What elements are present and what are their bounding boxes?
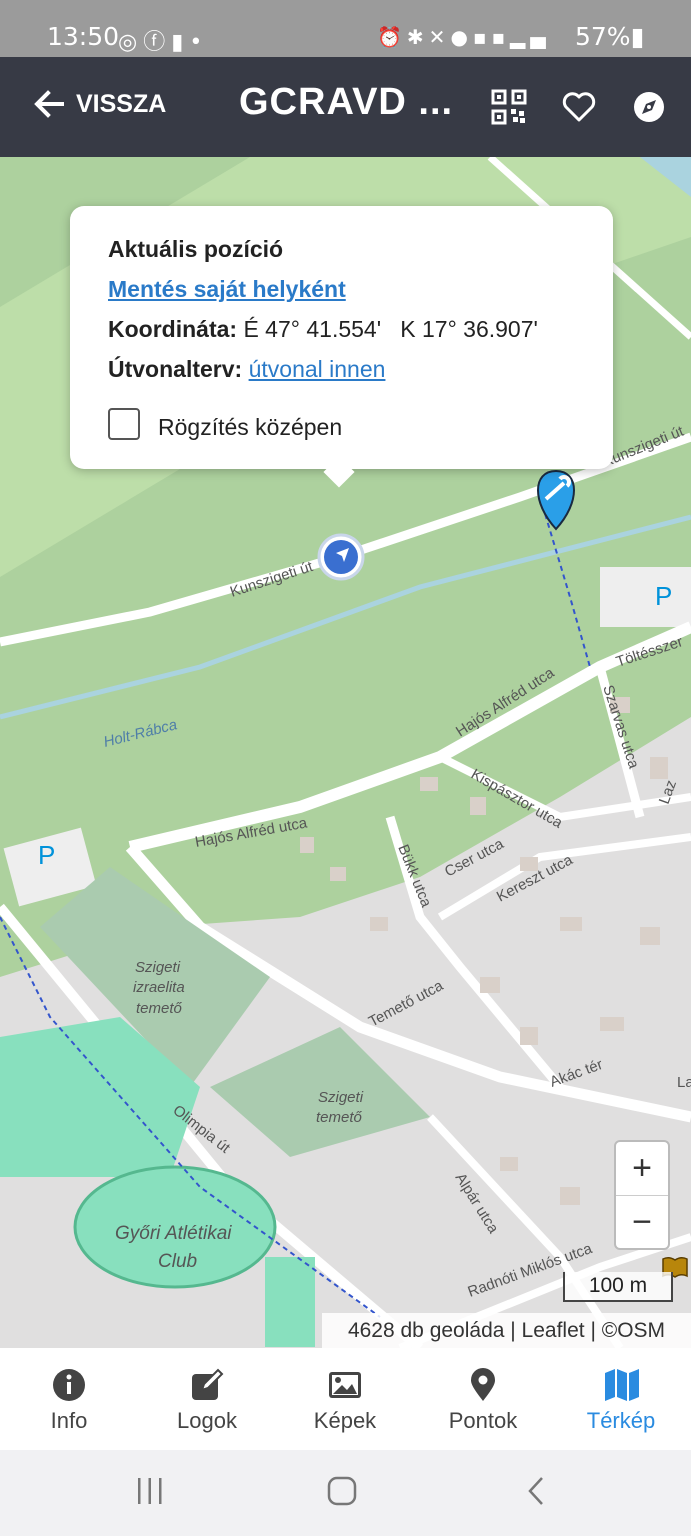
alarm-icon: ⏰: [377, 25, 407, 49]
map-attribution[interactable]: 4628 db geoláda | Leaflet | ©OSM: [322, 1313, 691, 1348]
qr-code-icon[interactable]: [491, 89, 527, 125]
fix-center-checkbox[interactable]: [108, 408, 140, 440]
mute-icon: ✕: [428, 25, 451, 49]
arrow-left-icon: [34, 90, 64, 118]
battery-level: 57%▮: [575, 22, 645, 51]
club-label: Győri Atlétikai: [115, 1223, 232, 1244]
club-label: Club: [158, 1251, 197, 1272]
route-label: Útvonalterv:: [108, 356, 243, 382]
info-icon: [53, 1369, 85, 1401]
map-icon: [605, 1369, 639, 1401]
nav-label: Képek: [313, 1408, 377, 1433]
app-bar: VISSZA GCRAVD ...: [0, 57, 691, 157]
current-location-marker[interactable]: [317, 533, 365, 581]
fix-center-label: Rögzítés középen: [158, 414, 343, 440]
facebook-icon: ⓕ: [143, 30, 172, 55]
coordinate-row: Koordináta: É 47° 41.554' K 17° 36.907': [108, 316, 538, 343]
zoom-out-button[interactable]: −: [616, 1196, 668, 1249]
nav-label: Térkép: [586, 1408, 656, 1433]
compass-icon[interactable]: [631, 89, 667, 125]
coordinate-value: É 47° 41.554' K 17° 36.907': [243, 316, 538, 342]
status-bar: 13:50 ◎ⓕ▮• ⏰✱✕●▪▪▂▄ 57%▮: [0, 0, 691, 57]
sports-field: [265, 1257, 315, 1347]
status-left-icons: ◎ⓕ▮•: [118, 24, 208, 56]
route-from-here-link[interactable]: útvonal innen: [249, 356, 386, 382]
status-right-icons: ⏰✱✕●▪▪▂▄: [377, 25, 551, 49]
nav-item-logs[interactable]: Logok: [138, 1348, 276, 1450]
status-time: 13:50: [47, 22, 120, 51]
back-label: VISSZA: [76, 89, 167, 118]
save-location-link[interactable]: Mentés saját helyként: [108, 276, 346, 303]
cemetery-label: Szigeti: [318, 1089, 364, 1106]
battery-text: 57%: [575, 22, 631, 51]
cemetery-label: temető: [316, 1109, 363, 1126]
back-nav-icon[interactable]: [526, 1476, 546, 1506]
signal-icon: ▂▄: [510, 25, 551, 49]
edit-icon: [192, 1368, 224, 1400]
back-button[interactable]: VISSZA: [32, 87, 166, 121]
zoom-controls: + −: [614, 1140, 670, 1250]
cemetery-label: izraelita: [133, 979, 185, 996]
home-icon[interactable]: [327, 1476, 357, 1506]
dot-icon: •: [189, 30, 209, 55]
5g-icon: ▪: [491, 25, 511, 49]
instagram-icon: ◎: [118, 30, 144, 55]
system-navigation-bar: [0, 1450, 691, 1536]
location-icon: ●: [450, 25, 473, 49]
route-row: Útvonalterv: útvonal innen: [108, 356, 385, 383]
nav-item-points[interactable]: Pontok: [414, 1348, 552, 1450]
volte-icon: ▪: [472, 25, 492, 49]
parking-area: [600, 567, 691, 627]
bottom-navigation: Info Logok Képek Pontok Térkép: [0, 1348, 691, 1450]
nav-label: Pontok: [448, 1408, 518, 1433]
nav-item-info[interactable]: Info: [0, 1348, 138, 1450]
scale-bar: 100 m: [563, 1272, 673, 1302]
map-pin-icon: [471, 1368, 495, 1401]
position-popup: Aktuális pozíció Mentés saját helyként K…: [70, 206, 613, 488]
parking-label: P: [38, 840, 55, 870]
popup-heading: Aktuális pozíció: [108, 236, 284, 262]
save-location-link-text[interactable]: Mentés saját helyként: [108, 276, 346, 302]
nav-label: Logok: [177, 1408, 237, 1433]
nav-label: Info: [50, 1408, 88, 1433]
zoom-in-button[interactable]: +: [616, 1142, 668, 1196]
heart-icon[interactable]: [561, 89, 597, 125]
coordinate-label: Koordináta:: [108, 316, 238, 342]
cemetery-label: temető: [136, 1000, 183, 1017]
image-icon: [329, 1372, 361, 1398]
nav-item-map[interactable]: Térkép: [552, 1348, 690, 1450]
recent-apps-icon[interactable]: [136, 1476, 164, 1506]
cemetery-label: Szigeti: [135, 959, 181, 976]
sd-card-icon: ▮: [171, 30, 190, 55]
parking-label: P: [655, 581, 672, 611]
bluetooth-icon: ✱: [406, 25, 429, 49]
nav-item-images[interactable]: Képek: [276, 1348, 414, 1450]
page-title: GCRAVD ...: [239, 81, 454, 123]
street-label: La: [677, 1074, 691, 1091]
